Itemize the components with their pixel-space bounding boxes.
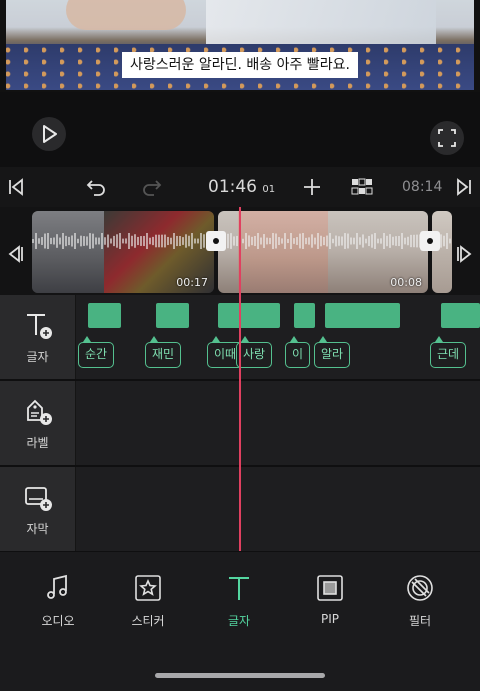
nav-label: 글자 (227, 614, 251, 628)
add-text-button[interactable]: 글자 (0, 295, 76, 379)
plus-icon (304, 179, 320, 195)
jump-start-button[interactable] (4, 167, 28, 207)
clip-duration: 00:17 (176, 276, 208, 289)
play-button[interactable] (32, 117, 66, 151)
redo-icon (143, 180, 162, 196)
video-clip-3[interactable] (432, 211, 452, 293)
pip-icon (317, 575, 343, 601)
clip-duration: 00:08 (390, 276, 422, 289)
nav-filter[interactable]: 필터 (390, 574, 450, 629)
undo-icon (86, 180, 105, 196)
video-preview[interactable]: 사랑스러운 알라딘. 배송 아주 빨라요. (0, 0, 480, 92)
video-clip-2[interactable]: 00:08 (218, 211, 428, 293)
text-segment[interactable] (294, 303, 315, 328)
subtitle-overlay[interactable]: 사랑스러운 알라딘. 배송 아주 빨라요. (122, 52, 358, 78)
play-icon (43, 125, 57, 143)
next-frame-icon (457, 245, 472, 263)
text-add-icon (26, 313, 52, 339)
label-add-icon (26, 399, 52, 425)
track-label: 자막 (26, 521, 49, 536)
redo-button[interactable] (138, 167, 166, 207)
transition-marker[interactable] (206, 231, 226, 251)
text-chip[interactable]: 근데 (430, 336, 467, 368)
video-frame: 사랑스러운 알라딘. 배송 아주 빨라요. (6, 0, 474, 90)
add-button[interactable] (298, 167, 326, 207)
text-chip[interactable]: 이 (285, 336, 311, 368)
nav-label: PIP (320, 612, 339, 626)
current-frame: 01 (262, 184, 276, 195)
nav-pip[interactable]: PIP (300, 574, 360, 626)
multi-select-button[interactable] (348, 167, 376, 207)
current-time-value: 01:46 (208, 177, 257, 197)
text-segment[interactable] (218, 303, 280, 328)
text-chip[interactable]: 재민 (145, 336, 182, 368)
home-indicator[interactable] (155, 673, 325, 678)
prev-frame-icon (8, 245, 23, 263)
nav-label: 오디오 (41, 614, 75, 628)
text-segment[interactable] (325, 303, 400, 328)
video-clip-1[interactable]: 00:17 (32, 211, 214, 293)
text-chip[interactable]: 사랑 (236, 336, 273, 368)
nav-label: 필터 (408, 614, 432, 628)
track-label: 글자 (26, 349, 49, 364)
playhead[interactable] (239, 207, 241, 551)
nav-audio[interactable]: 오디오 (28, 574, 88, 629)
skip-end-icon (457, 178, 471, 196)
next-clip-button[interactable] (452, 243, 478, 265)
text-chip[interactable]: 순간 (78, 336, 115, 368)
transition-marker[interactable] (420, 231, 440, 251)
jump-end-button[interactable] (452, 167, 476, 207)
text-segment[interactable] (88, 303, 121, 328)
sticker-icon (135, 575, 161, 601)
bottom-nav: 오디오 스티커 글자 PIP 필터 (0, 552, 480, 691)
fullscreen-icon (438, 129, 456, 147)
filter-icon (407, 575, 433, 601)
track-label: 라벨 (26, 435, 49, 450)
add-label-button[interactable]: 라벨 (0, 381, 76, 465)
add-subtitle-button[interactable]: 자막 (0, 467, 76, 551)
prev-clip-button[interactable] (2, 243, 28, 265)
total-time: 08:14 (402, 179, 443, 195)
undo-button[interactable] (82, 167, 110, 207)
fullscreen-button[interactable] (430, 121, 464, 155)
music-note-icon (47, 574, 67, 599)
skip-start-icon (9, 178, 23, 196)
audio-waveform (32, 233, 451, 249)
text-icon (229, 577, 249, 600)
text-segment[interactable] (441, 303, 480, 328)
text-segment[interactable] (156, 303, 189, 328)
nav-label: 스티커 (131, 614, 165, 628)
current-time: 01:46 01 (208, 177, 275, 197)
nav-text[interactable]: 글자 (209, 574, 269, 629)
nav-sticker[interactable]: 스티커 (118, 574, 178, 629)
text-chip[interactable]: 알라 (314, 336, 351, 368)
subtitle-add-icon (24, 486, 52, 511)
timeline-toolbar: 01:46 01 08:14 (0, 167, 480, 207)
grid-icon (351, 178, 373, 195)
